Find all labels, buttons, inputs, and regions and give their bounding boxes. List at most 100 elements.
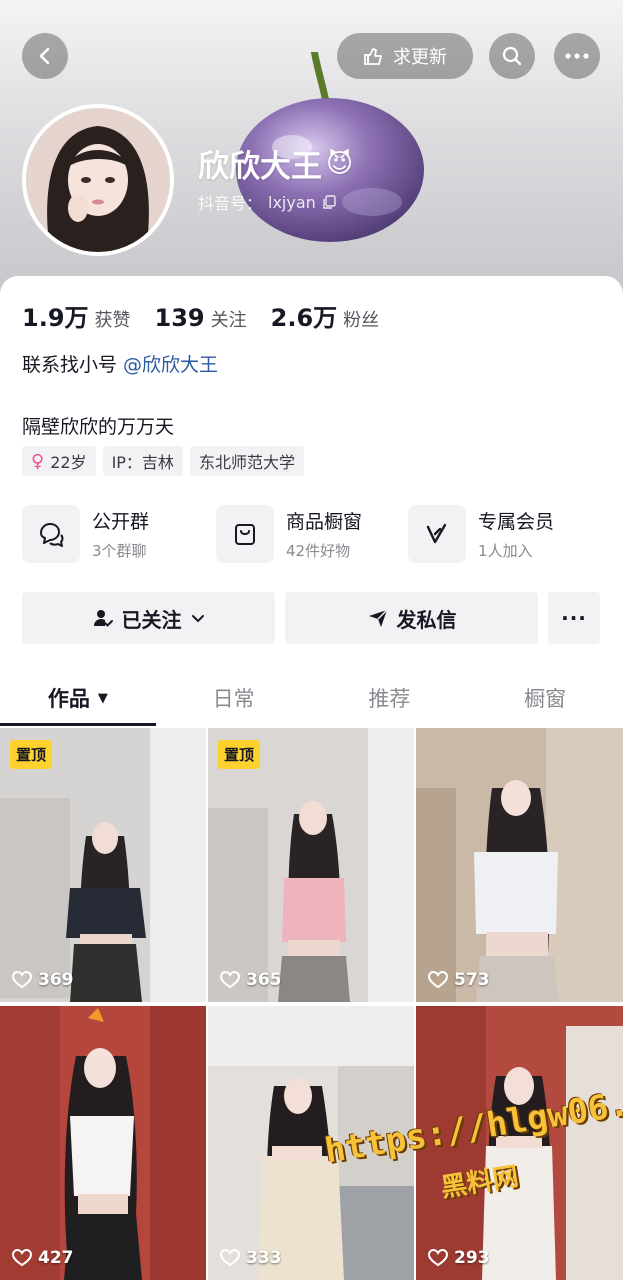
douyin-id: 抖音号： lxjyan — [198, 190, 337, 214]
user-check-icon — [93, 610, 113, 627]
feature-row: 公开群 3个群聊 商品橱窗 42件好物 专属会员 1人加入 — [22, 505, 602, 563]
content-tabs: 作品 ▼ 日常 推荐 橱窗 — [0, 670, 623, 726]
stat-label: 粉丝 — [343, 310, 380, 331]
douyin-id-value: lxjyan — [268, 192, 316, 212]
video-thumbnail[interactable]: 427 — [0, 1006, 206, 1280]
stat-following[interactable]: 139 关注 — [155, 304, 247, 332]
stat-value: 1.9万 — [22, 304, 89, 332]
feature-title: 商品橱窗 — [285, 511, 362, 533]
video-grid: 置顶 369 置顶 365 573 427 333 293 — [0, 728, 623, 1280]
avatar[interactable] — [22, 104, 174, 256]
like-count-text: 573 — [454, 970, 490, 990]
thumb-pointer-icon — [364, 48, 382, 65]
tab-label: 推荐 — [368, 687, 411, 711]
stat-followers[interactable]: 2.6万 粉丝 — [271, 298, 380, 333]
feature-title: 公开群 — [92, 511, 150, 533]
video-thumbnail[interactable]: 置顶 365 — [208, 728, 414, 1002]
action-buttons: 已关注 发私信 ··· — [22, 592, 600, 644]
membership-icon — [408, 505, 467, 563]
like-count-text: 369 — [38, 970, 74, 990]
chevron-left-icon — [39, 47, 50, 65]
feature-membership[interactable]: 专属会员 1人加入 — [408, 505, 602, 563]
feature-subtitle: 3个群聊 — [92, 542, 147, 560]
more-dots-icon — [565, 53, 589, 59]
stat-likes[interactable]: 1.9万 获赞 — [22, 298, 131, 333]
like-count-text: 333 — [246, 1248, 282, 1268]
tab-showcase[interactable]: 橱窗 — [467, 670, 623, 726]
search-button[interactable] — [489, 33, 535, 79]
nickname: 欣欣大王 😈 — [198, 141, 353, 186]
request-update-label: 求更新 — [393, 47, 447, 68]
tab-label: 橱窗 — [524, 687, 567, 711]
tab-label: 日常 — [212, 687, 255, 711]
devil-emoji-icon: 😈 — [326, 148, 354, 179]
like-count-text: 365 — [246, 970, 282, 990]
stats-row: 1.9万 获赞 139 关注 2.6万 粉丝 — [22, 298, 403, 333]
heart-icon — [12, 1249, 32, 1267]
more-actions-button[interactable]: ··· — [548, 592, 600, 644]
copy-icon[interactable] — [322, 194, 337, 210]
search-icon — [502, 46, 522, 66]
feature-public-group[interactable]: 公开群 3个群聊 — [22, 505, 216, 563]
profile-tags: ♀ 22岁 IP：吉林 东北师范大学 — [22, 446, 304, 476]
avatar-image — [26, 108, 170, 252]
chat-group-icon — [22, 505, 80, 563]
tab-recommend[interactable]: 推荐 — [312, 670, 468, 726]
more-actions-label: ··· — [561, 606, 587, 630]
school-tag[interactable]: 东北师范大学 — [189, 446, 304, 476]
feature-title: 专属会员 — [478, 511, 555, 533]
video-thumbnail-image — [0, 728, 206, 1002]
caret-down-icon: ▼ — [97, 690, 108, 706]
video-thumbnail[interactable]: 置顶 369 — [0, 728, 206, 1002]
shopping-bag-icon — [215, 505, 274, 563]
heart-icon — [220, 971, 240, 989]
age-text: 22岁 — [50, 453, 87, 472]
heart-icon — [428, 1249, 448, 1267]
age-tag: ♀ 22岁 — [22, 446, 96, 476]
stat-label: 获赞 — [94, 310, 131, 331]
more-options-button[interactable] — [554, 33, 600, 79]
like-count: 333 — [220, 1248, 282, 1268]
bio-line-2: 隔壁欣欣的万万天 — [22, 416, 175, 438]
feature-subtitle: 1人加入 — [478, 542, 533, 560]
like-count: 573 — [428, 970, 490, 990]
bio-text: 联系找小号 — [22, 354, 124, 376]
tab-label: 作品 — [47, 687, 90, 711]
like-count-text: 293 — [454, 1248, 490, 1268]
video-thumbnail-image — [416, 728, 623, 1002]
mention-link[interactable]: @欣欣大王 — [123, 354, 218, 376]
followed-button[interactable]: 已关注 — [22, 592, 275, 644]
like-count: 365 — [220, 970, 282, 990]
heart-icon — [428, 971, 448, 989]
like-count: 293 — [428, 1248, 490, 1268]
pinned-badge: 置顶 — [10, 740, 53, 769]
video-thumbnail[interactable]: 573 — [416, 728, 623, 1002]
followed-label: 已关注 — [121, 607, 182, 632]
request-update-button[interactable]: 求更新 — [337, 33, 473, 79]
message-label: 发私信 — [396, 607, 457, 632]
female-icon: ♀ — [31, 450, 45, 472]
feature-subtitle: 42件好物 — [285, 542, 351, 560]
message-button[interactable]: 发私信 — [285, 592, 538, 644]
tab-daily[interactable]: 日常 — [156, 670, 312, 726]
heart-icon — [220, 1249, 240, 1267]
like-count-text: 427 — [38, 1248, 74, 1268]
like-count: 427 — [12, 1248, 74, 1268]
like-count: 369 — [12, 970, 74, 990]
douyin-id-label: 抖音号： — [198, 194, 263, 213]
feature-shop-window[interactable]: 商品橱窗 42件好物 — [215, 505, 408, 563]
stat-value: 2.6万 — [270, 304, 338, 332]
profile-header: 求更新 欣欣大王 😈 抖音号： lxjyan — [0, 0, 623, 300]
send-icon — [368, 609, 388, 627]
chevron-down-icon — [191, 615, 204, 622]
tab-works[interactable]: 作品 ▼ — [0, 670, 156, 726]
video-thumbnail-image — [0, 1006, 206, 1280]
stat-label: 关注 — [210, 310, 247, 331]
heart-icon — [12, 971, 32, 989]
pinned-badge: 置顶 — [218, 740, 261, 769]
video-thumbnail-image — [208, 728, 414, 1002]
stat-value: 139 — [154, 304, 205, 332]
nickname-text: 欣欣大王 — [198, 149, 322, 185]
back-button[interactable] — [22, 33, 68, 79]
bio-line-1: 联系找小号 @欣欣大王 — [22, 350, 218, 377]
